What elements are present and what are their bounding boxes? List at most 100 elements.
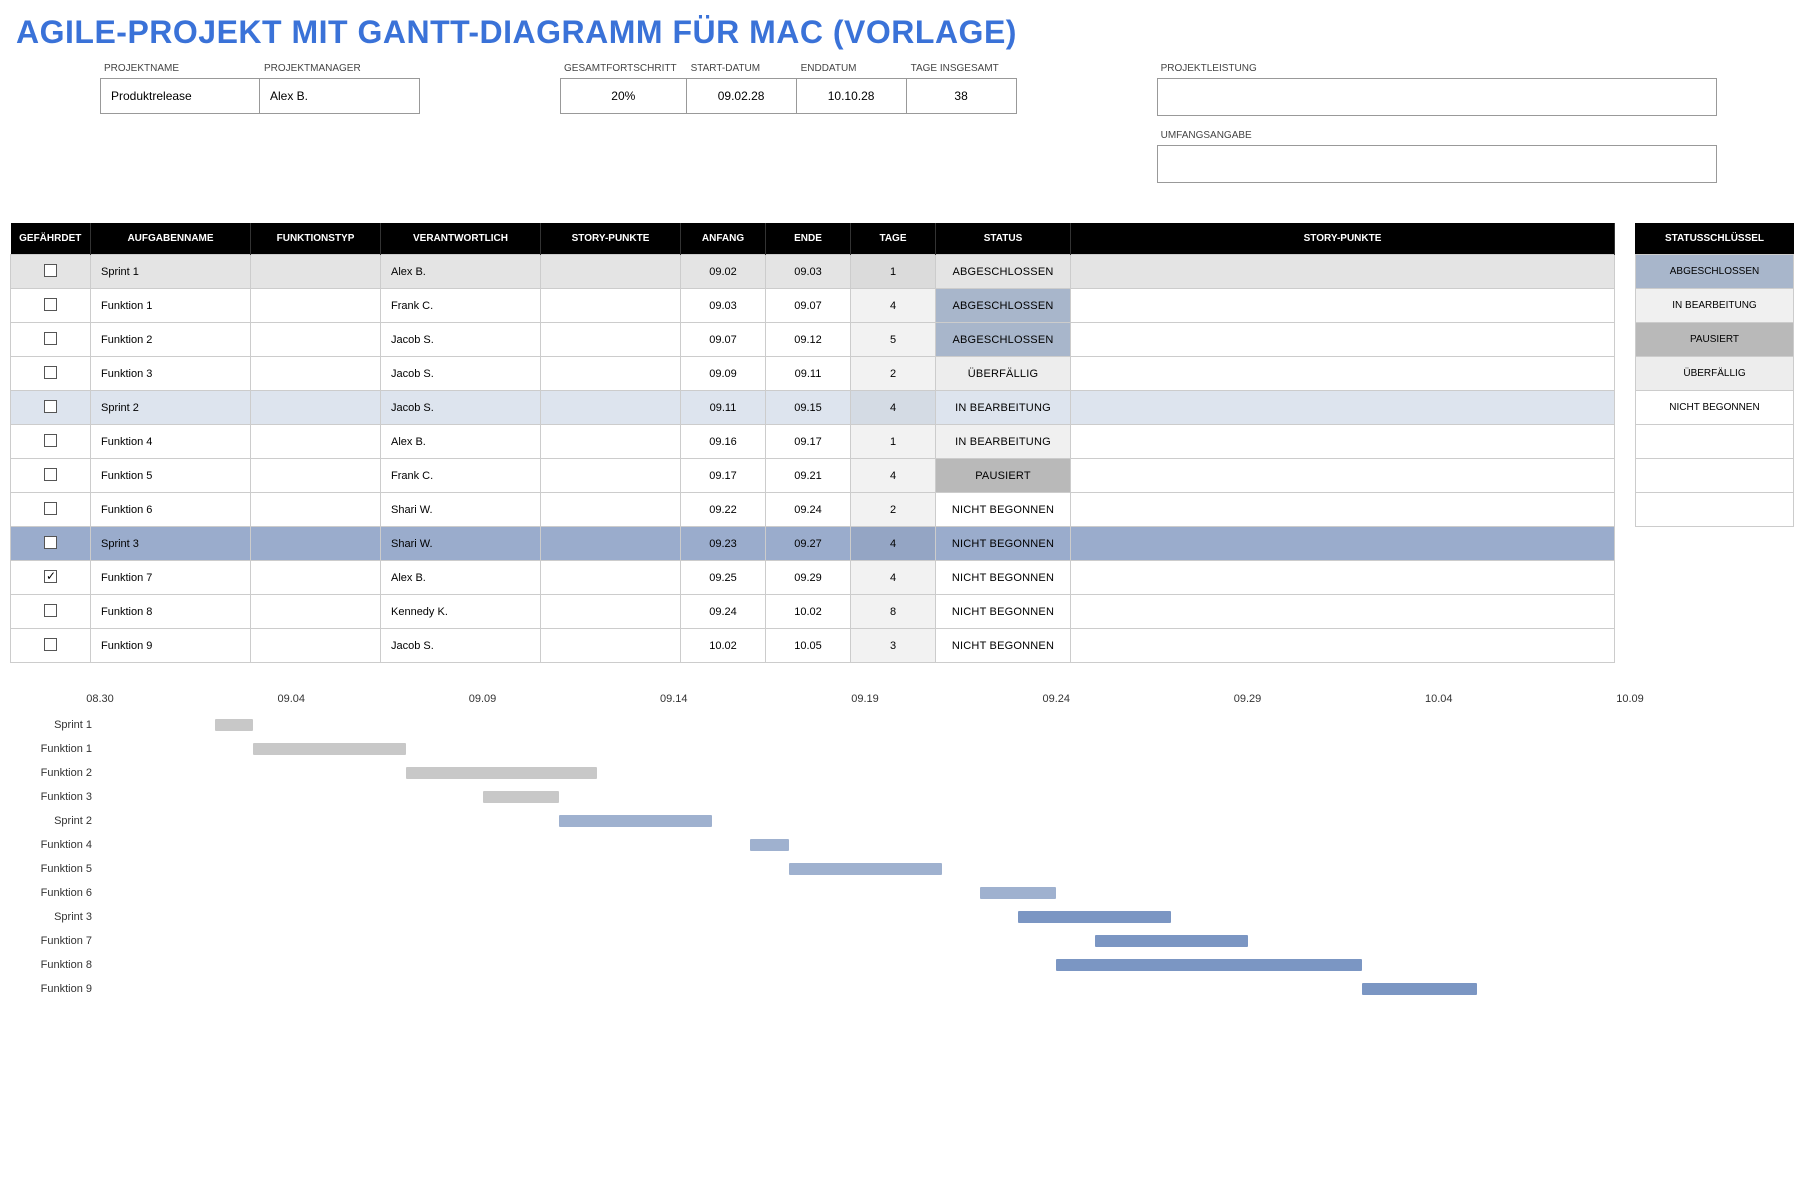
story-cell[interactable] bbox=[1071, 255, 1615, 289]
risk-checkbox[interactable] bbox=[44, 298, 57, 311]
end-cell[interactable]: 09.29 bbox=[766, 561, 851, 595]
status-cell[interactable]: IN BEARBEITUNG bbox=[936, 425, 1071, 459]
risk-cell[interactable] bbox=[11, 425, 91, 459]
pts-cell[interactable] bbox=[541, 255, 681, 289]
story-cell[interactable] bbox=[1071, 493, 1615, 527]
functype-cell[interactable] bbox=[251, 459, 381, 493]
story-cell[interactable] bbox=[1071, 323, 1615, 357]
resp-cell[interactable]: Kennedy K. bbox=[381, 595, 541, 629]
taskname-cell[interactable]: Funktion 5 bbox=[91, 459, 251, 493]
end-cell[interactable]: 09.11 bbox=[766, 357, 851, 391]
days-cell[interactable]: 2 bbox=[851, 357, 936, 391]
pts-cell[interactable] bbox=[541, 323, 681, 357]
days-cell[interactable]: 1 bbox=[851, 255, 936, 289]
risk-checkbox[interactable] bbox=[44, 366, 57, 379]
story-cell[interactable] bbox=[1071, 289, 1615, 323]
days-cell[interactable]: 1 bbox=[851, 425, 936, 459]
status-cell[interactable]: ÜBERFÄLLIG bbox=[936, 357, 1071, 391]
pts-cell[interactable] bbox=[541, 289, 681, 323]
status-cell[interactable]: NICHT BEGONNEN bbox=[936, 527, 1071, 561]
functype-cell[interactable] bbox=[251, 357, 381, 391]
risk-cell[interactable] bbox=[11, 289, 91, 323]
days-cell[interactable]: 4 bbox=[851, 391, 936, 425]
pts-cell[interactable] bbox=[541, 561, 681, 595]
story-cell[interactable] bbox=[1071, 459, 1615, 493]
risk-cell[interactable] bbox=[11, 323, 91, 357]
status-cell[interactable]: NICHT BEGONNEN bbox=[936, 493, 1071, 527]
risk-checkbox[interactable] bbox=[44, 570, 57, 583]
table-row[interactable]: Funktion 5 Frank C. 09.17 09.21 4 PAUSIE… bbox=[11, 459, 1615, 493]
risk-checkbox[interactable] bbox=[44, 400, 57, 413]
end-cell[interactable]: 09.17 bbox=[766, 425, 851, 459]
taskname-cell[interactable]: Sprint 1 bbox=[91, 255, 251, 289]
days-cell[interactable]: 3 bbox=[851, 629, 936, 663]
resp-cell[interactable]: Shari W. bbox=[381, 527, 541, 561]
story-cell[interactable] bbox=[1071, 561, 1615, 595]
story-cell[interactable] bbox=[1071, 425, 1615, 459]
manager-field[interactable]: Alex B. bbox=[260, 78, 420, 114]
resp-cell[interactable]: Alex B. bbox=[381, 255, 541, 289]
functype-cell[interactable] bbox=[251, 391, 381, 425]
scope-field[interactable] bbox=[1157, 145, 1717, 183]
start-cell[interactable]: 09.17 bbox=[681, 459, 766, 493]
functype-cell[interactable] bbox=[251, 561, 381, 595]
resp-cell[interactable]: Frank C. bbox=[381, 459, 541, 493]
table-row[interactable]: Sprint 1 Alex B. 09.02 09.03 1 ABGESCHLO… bbox=[11, 255, 1615, 289]
risk-cell[interactable] bbox=[11, 357, 91, 391]
risk-cell[interactable] bbox=[11, 629, 91, 663]
functype-cell[interactable] bbox=[251, 425, 381, 459]
start-cell[interactable]: 09.11 bbox=[681, 391, 766, 425]
story-cell[interactable] bbox=[1071, 527, 1615, 561]
end-cell[interactable]: 09.07 bbox=[766, 289, 851, 323]
table-row[interactable]: Funktion 6 Shari W. 09.22 09.24 2 NICHT … bbox=[11, 493, 1615, 527]
pts-cell[interactable] bbox=[541, 595, 681, 629]
table-row[interactable]: Funktion 7 Alex B. 09.25 09.29 4 NICHT B… bbox=[11, 561, 1615, 595]
risk-cell[interactable] bbox=[11, 527, 91, 561]
taskname-cell[interactable]: Funktion 9 bbox=[91, 629, 251, 663]
start-cell[interactable]: 09.07 bbox=[681, 323, 766, 357]
days-cell[interactable]: 8 bbox=[851, 595, 936, 629]
end-cell[interactable]: 09.21 bbox=[766, 459, 851, 493]
risk-checkbox[interactable] bbox=[44, 536, 57, 549]
end-cell[interactable]: 09.27 bbox=[766, 527, 851, 561]
table-row[interactable]: Funktion 2 Jacob S. 09.07 09.12 5 ABGESC… bbox=[11, 323, 1615, 357]
start-cell[interactable]: 09.03 bbox=[681, 289, 766, 323]
taskname-cell[interactable]: Funktion 7 bbox=[91, 561, 251, 595]
functype-cell[interactable] bbox=[251, 289, 381, 323]
table-row[interactable]: Funktion 3 Jacob S. 09.09 09.11 2 ÜBERFÄ… bbox=[11, 357, 1615, 391]
start-cell[interactable]: 10.02 bbox=[681, 629, 766, 663]
resp-cell[interactable]: Alex B. bbox=[381, 561, 541, 595]
status-cell[interactable]: NICHT BEGONNEN bbox=[936, 561, 1071, 595]
risk-checkbox[interactable] bbox=[44, 638, 57, 651]
end-field[interactable]: 10.10.28 bbox=[797, 78, 907, 114]
risk-cell[interactable] bbox=[11, 391, 91, 425]
risk-checkbox[interactable] bbox=[44, 502, 57, 515]
risk-checkbox[interactable] bbox=[44, 468, 57, 481]
risk-cell[interactable] bbox=[11, 561, 91, 595]
risk-checkbox[interactable] bbox=[44, 604, 57, 617]
start-cell[interactable]: 09.22 bbox=[681, 493, 766, 527]
risk-cell[interactable] bbox=[11, 255, 91, 289]
pts-cell[interactable] bbox=[541, 493, 681, 527]
days-cell[interactable]: 4 bbox=[851, 289, 936, 323]
end-cell[interactable]: 10.05 bbox=[766, 629, 851, 663]
table-row[interactable]: Funktion 8 Kennedy K. 09.24 10.02 8 NICH… bbox=[11, 595, 1615, 629]
end-cell[interactable]: 09.15 bbox=[766, 391, 851, 425]
start-cell[interactable]: 09.09 bbox=[681, 357, 766, 391]
days-cell[interactable]: 4 bbox=[851, 527, 936, 561]
resp-cell[interactable]: Jacob S. bbox=[381, 323, 541, 357]
table-row[interactable]: Sprint 2 Jacob S. 09.11 09.15 4 IN BEARB… bbox=[11, 391, 1615, 425]
progress-field[interactable]: 20% bbox=[560, 78, 687, 114]
days-cell[interactable]: 2 bbox=[851, 493, 936, 527]
functype-cell[interactable] bbox=[251, 493, 381, 527]
taskname-cell[interactable]: Funktion 8 bbox=[91, 595, 251, 629]
end-cell[interactable]: 09.24 bbox=[766, 493, 851, 527]
status-cell[interactable]: NICHT BEGONNEN bbox=[936, 595, 1071, 629]
functype-cell[interactable] bbox=[251, 629, 381, 663]
risk-checkbox[interactable] bbox=[44, 264, 57, 277]
status-cell[interactable]: PAUSIERT bbox=[936, 459, 1071, 493]
resp-cell[interactable]: Alex B. bbox=[381, 425, 541, 459]
risk-cell[interactable] bbox=[11, 595, 91, 629]
risk-cell[interactable] bbox=[11, 493, 91, 527]
days-field[interactable]: 38 bbox=[907, 78, 1017, 114]
